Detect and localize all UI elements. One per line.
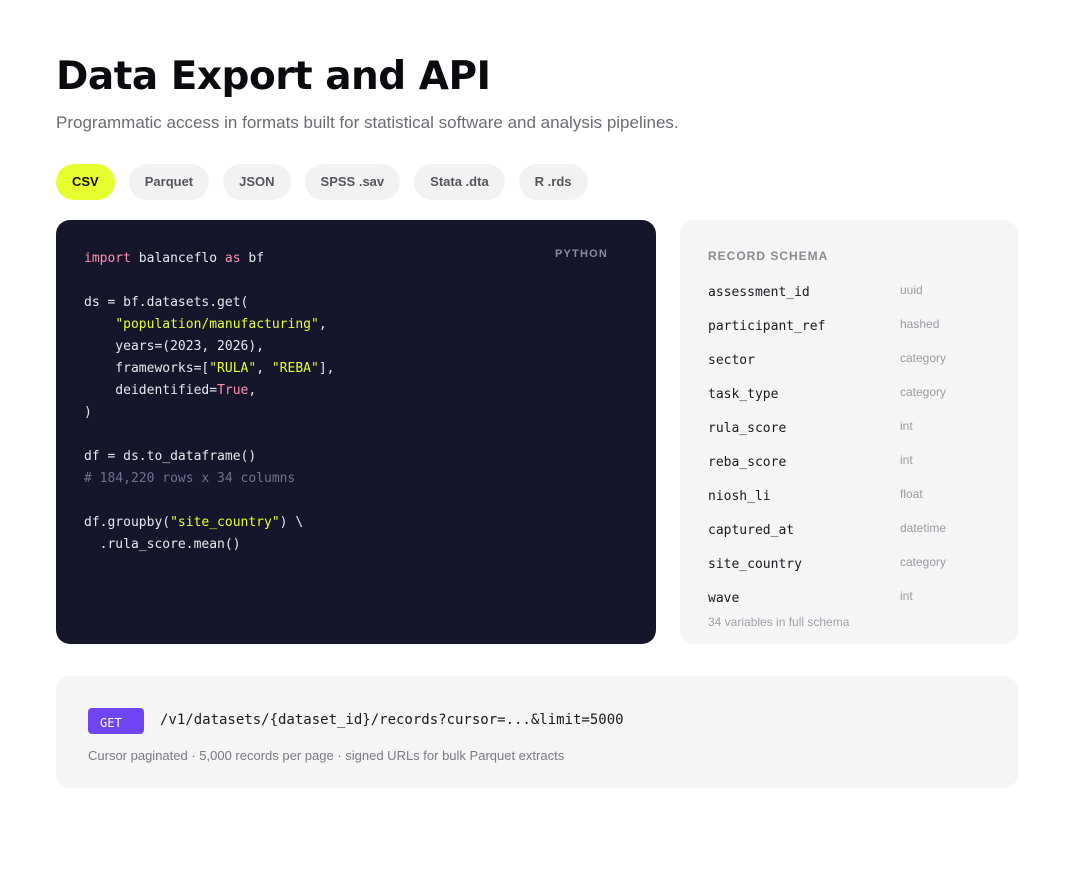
code-language-label: PYTHON (554, 248, 608, 260)
code-token: as (224, 251, 241, 266)
code-token: # 184,220 rows x 34 columns (84, 471, 296, 486)
tab-r-rds[interactable]: R .rds (518, 164, 588, 200)
page-subtitle: Programmatic access in formats built for… (56, 113, 679, 132)
endpoint-note: Cursor paginated · 5,000 records per pag… (88, 748, 565, 763)
schema-field-name: captured_at (708, 523, 795, 538)
schema-field-name: task_type (708, 387, 779, 402)
endpoint-path: /v1/datasets/{dataset_id}/records?cursor… (160, 712, 624, 728)
code-token: balanceflo (130, 251, 225, 266)
schema-row: rula_score int (708, 419, 990, 454)
code-line: ds = bf.datasets.get( (84, 292, 628, 314)
code-token: import (84, 251, 131, 266)
schema-field-type: int (900, 589, 913, 603)
code-token: True (217, 383, 249, 398)
code-token: bf (240, 251, 265, 266)
schema-field-type: category (900, 385, 947, 399)
schema-field-name: niosh_li (708, 489, 771, 504)
schema-field-name: site_country (708, 557, 802, 572)
code-token: df = ds.to_dataframe() (84, 449, 257, 464)
code-token: "RULA" (209, 361, 257, 376)
page-title: Data Export and API (56, 54, 491, 99)
tab-json[interactable]: JSON (223, 164, 291, 200)
code-token: ) \ (279, 515, 304, 530)
tab-parquet[interactable]: Parquet (128, 164, 210, 200)
http-method-badge: GET (88, 708, 144, 734)
schema-footnote: 34 variables in full schema (708, 615, 850, 629)
code-sample-panel: PYTHON import balanceflo as bf ds = bf.da… (56, 220, 656, 644)
schema-field-name: assessment_id (708, 285, 810, 300)
code-line: years=(2023, 2026), (84, 336, 628, 358)
schema-field-list: assessment_id uuid participant_ref hashed se… (708, 283, 990, 624)
code-token: years=(2023, 2026), (84, 339, 265, 354)
code-line: "population/manufacturing", (84, 314, 628, 336)
tab-stata[interactable]: Stata .dta (414, 164, 505, 200)
code-token: , (256, 361, 272, 376)
schema-field-name: participant_ref (708, 319, 826, 334)
record-schema-panel: RECORD SCHEMA assessment_id uuid participa… (680, 220, 1018, 644)
code-block: import balanceflo as bf ds = bf.datasets.… (84, 248, 628, 556)
schema-row: task_type category (708, 385, 990, 420)
schema-field-name: wave (708, 591, 740, 606)
schema-row: captured_at datetime (708, 521, 990, 556)
tab-csv[interactable]: CSV (56, 164, 115, 200)
code-line: frameworks=["RULA", "REBA"], (84, 358, 628, 380)
code-line: import balanceflo as bf (84, 248, 628, 270)
schema-field-type: datetime (900, 521, 947, 535)
schema-row: sector category (708, 351, 990, 386)
schema-field-name: reba_score (708, 455, 787, 470)
schema-field-type: int (900, 419, 913, 433)
code-line: ) (84, 402, 628, 424)
code-token: df.groupby( (84, 515, 171, 530)
schema-field-name: sector (708, 353, 755, 368)
api-endpoint-panel: GET /v1/datasets/{dataset_id}/records?cu… (56, 676, 1018, 788)
schema-field-type: float (900, 487, 923, 501)
code-line: df = ds.to_dataframe() (84, 446, 628, 468)
format-tabs: CSV Parquet JSON SPSS .sav Stata .dta R … (56, 164, 588, 200)
code-token: "REBA" (271, 361, 319, 376)
code-token: , (318, 317, 327, 332)
schema-row: niosh_li float (708, 487, 990, 522)
tab-spss[interactable]: SPSS .sav (304, 164, 401, 200)
code-token: "population/manufacturing" (115, 317, 319, 332)
code-token: frameworks=[ (84, 361, 210, 376)
code-line: .rula_score.mean() (84, 534, 628, 556)
schema-field-type: int (900, 453, 913, 467)
code-token: , (248, 383, 257, 398)
schema-field-type: uuid (900, 283, 923, 297)
schema-field-type: category (900, 351, 947, 365)
code-token: "site_country" (170, 515, 280, 530)
schema-field-type: category (900, 555, 947, 569)
code-token: .rula_score.mean() (84, 537, 241, 552)
schema-row: assessment_id uuid (708, 283, 990, 318)
schema-field-type: hashed (900, 317, 940, 331)
schema-row: reba_score int (708, 453, 990, 488)
schema-row: site_country category (708, 555, 990, 590)
code-line: # 184,220 rows x 34 columns (84, 468, 628, 490)
schema-heading: RECORD SCHEMA (708, 249, 829, 263)
code-line: df.groupby("site_country") \ (84, 512, 628, 534)
schema-field-name: rula_score (708, 421, 787, 436)
code-token: deidentified= (84, 383, 218, 398)
code-token: ds = bf.datasets.get( (84, 295, 249, 310)
code-token: ], (318, 361, 335, 376)
schema-row: participant_ref hashed (708, 317, 990, 352)
code-token: ) (84, 405, 92, 420)
code-line: deidentified=True, (84, 380, 628, 402)
